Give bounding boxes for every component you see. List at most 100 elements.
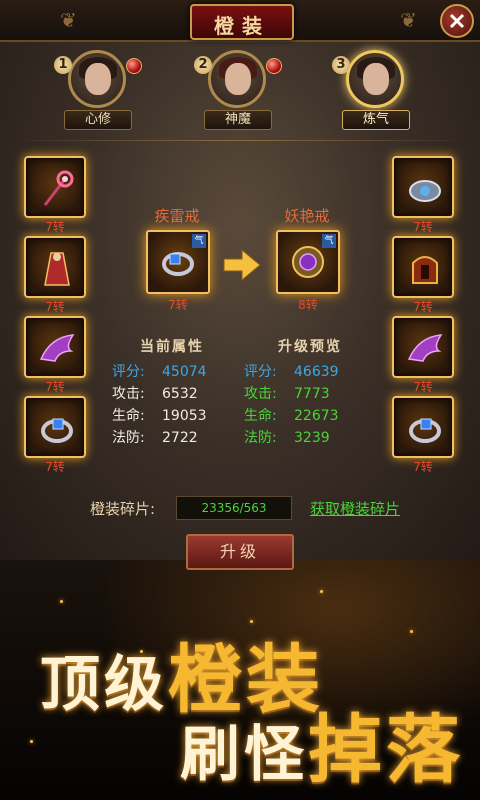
- game-screen: ❦ ❦ 橙装 1 心修 2 神魔 3 炼气 7转 7转 7转 7转 7转 7转 …: [0, 0, 480, 800]
- ornament-right-icon: ❦: [400, 8, 417, 32]
- helmet-icon: [412, 256, 438, 284]
- stat-label: 法防:: [244, 430, 277, 446]
- equip-slot-armor[interactable]: 7转: [24, 236, 86, 314]
- hero-label: 神魔: [204, 110, 272, 130]
- current-score-row: 评分: 45074: [112, 362, 207, 382]
- next-item-level: 8转: [298, 298, 318, 312]
- slot-frame: [392, 156, 454, 218]
- hero-tab-1[interactable]: 1 心修: [52, 50, 142, 132]
- equipment-panel: ❦ ❦ 橙装 1 心修 2 神魔 3 炼气 7转 7转 7转 7转 7转 7转 …: [0, 0, 480, 562]
- hero-number: 2: [194, 56, 212, 74]
- stat-label: 评分:: [244, 364, 277, 380]
- stat-label: 攻击:: [244, 386, 277, 402]
- slot-level: 7转: [413, 460, 433, 474]
- wing-icon: [407, 334, 443, 362]
- slot-frame: [392, 396, 454, 458]
- slot-frame: [24, 236, 86, 298]
- hero-tab-2[interactable]: 2 神魔: [192, 50, 282, 132]
- robe-icon: [44, 252, 70, 286]
- current-mdef-row: 法防: 2722: [112, 428, 198, 448]
- qi-tag: 气: [192, 234, 206, 248]
- ring-icon: [162, 252, 194, 276]
- hero-avatar: [208, 50, 266, 108]
- slot-level: 7转: [413, 300, 433, 314]
- sparkle: [60, 600, 63, 603]
- upgrade-button[interactable]: 升级: [186, 534, 294, 570]
- slot-level: 7转: [45, 300, 65, 314]
- sparkle: [410, 630, 413, 633]
- equip-slot-necklace[interactable]: 7转: [24, 316, 86, 394]
- current-item-name: 疾雷戒: [154, 207, 200, 225]
- sparkle: [320, 590, 323, 593]
- slot-frame: [24, 156, 86, 218]
- hero-face: [85, 63, 111, 95]
- current-item-slot[interactable]: 气: [146, 230, 210, 294]
- hero-number: 1: [54, 56, 72, 74]
- stat-value: 46639: [294, 364, 339, 380]
- stat-value: 3239: [294, 430, 330, 446]
- equip-slot-helmet[interactable]: 7转: [392, 236, 454, 314]
- stat-label: 法防:: [112, 430, 145, 446]
- title-plate: 橙装: [190, 4, 294, 40]
- sparkle: [30, 740, 33, 743]
- ring-icon: [41, 418, 73, 443]
- current-item-level: 7转: [168, 298, 188, 312]
- slot-level: 7转: [45, 460, 65, 474]
- divider: [10, 140, 470, 141]
- gem-ring-icon: [292, 246, 324, 278]
- red-gem-icon: [266, 58, 282, 74]
- slot-level: 7转: [413, 220, 433, 234]
- promo-line-2: 刷怪掉落: [180, 690, 464, 797]
- ring-icon: [409, 418, 441, 443]
- current-stats-header: 当前属性: [140, 339, 204, 355]
- slot-frame: [392, 236, 454, 298]
- stat-label: 攻击:: [112, 386, 145, 402]
- slot-frame: [24, 316, 86, 378]
- upgrade-life-row: 生命: 22673: [244, 406, 339, 426]
- hero-avatar: [68, 50, 126, 108]
- amulet-icon: [409, 180, 441, 202]
- slot-frame: [392, 316, 454, 378]
- stat-label: 评分:: [112, 364, 145, 380]
- next-item-name: 妖艳戒: [284, 207, 330, 225]
- get-shards-link[interactable]: 获取橙装碎片: [310, 498, 400, 519]
- close-icon: [449, 13, 465, 29]
- top-frame: ❦ ❦ 橙装: [0, 0, 480, 42]
- upgrade-mdef-row: 法防: 3239: [244, 428, 330, 448]
- upgrade-attack-row: 攻击: 7773: [244, 384, 330, 404]
- promo-text-highlight: 掉落: [308, 707, 464, 793]
- current-life-row: 生命: 19053: [112, 406, 207, 426]
- current-attack-row: 攻击: 6532: [112, 384, 198, 404]
- hero-number: 3: [332, 56, 350, 74]
- equip-slot-ring-2[interactable]: 7转: [392, 396, 454, 474]
- hero-tab-3[interactable]: 3 炼气: [330, 50, 420, 132]
- close-button[interactable]: [440, 4, 474, 38]
- hero-label: 心修: [64, 110, 132, 130]
- stat-value: 45074: [162, 364, 207, 380]
- hero-face: [363, 63, 389, 95]
- promo-text: 顶级: [40, 650, 168, 720]
- shard-count: 23356/563: [176, 496, 292, 520]
- upgrade-score-row: 评分: 46639: [244, 362, 339, 382]
- promo-text: 刷怪: [180, 720, 308, 790]
- equip-slot-amulet[interactable]: 7转: [392, 156, 454, 234]
- stat-value: 19053: [162, 408, 207, 424]
- stat-value: 7773: [294, 386, 330, 402]
- page-title: 橙装: [214, 14, 270, 38]
- stat-label: 生命:: [112, 408, 145, 424]
- slot-frame: [24, 396, 86, 458]
- equip-slot-wing[interactable]: 7转: [392, 316, 454, 394]
- red-gem-icon: [126, 58, 142, 74]
- slot-level: 7转: [45, 220, 65, 234]
- wing-icon: [39, 334, 75, 362]
- hero-label: 炼气: [342, 110, 410, 130]
- stat-value: 22673: [294, 408, 339, 424]
- hero-avatar: [346, 50, 404, 108]
- stat-value: 6532: [162, 386, 198, 402]
- equip-slot-ring[interactable]: 7转: [24, 396, 86, 474]
- stat-label: 生命:: [244, 408, 277, 424]
- stat-value: 2722: [162, 430, 198, 446]
- equip-slot-weapon[interactable]: 7转: [24, 156, 86, 234]
- slot-level: 7转: [45, 380, 65, 394]
- next-item-slot[interactable]: 气: [276, 230, 340, 294]
